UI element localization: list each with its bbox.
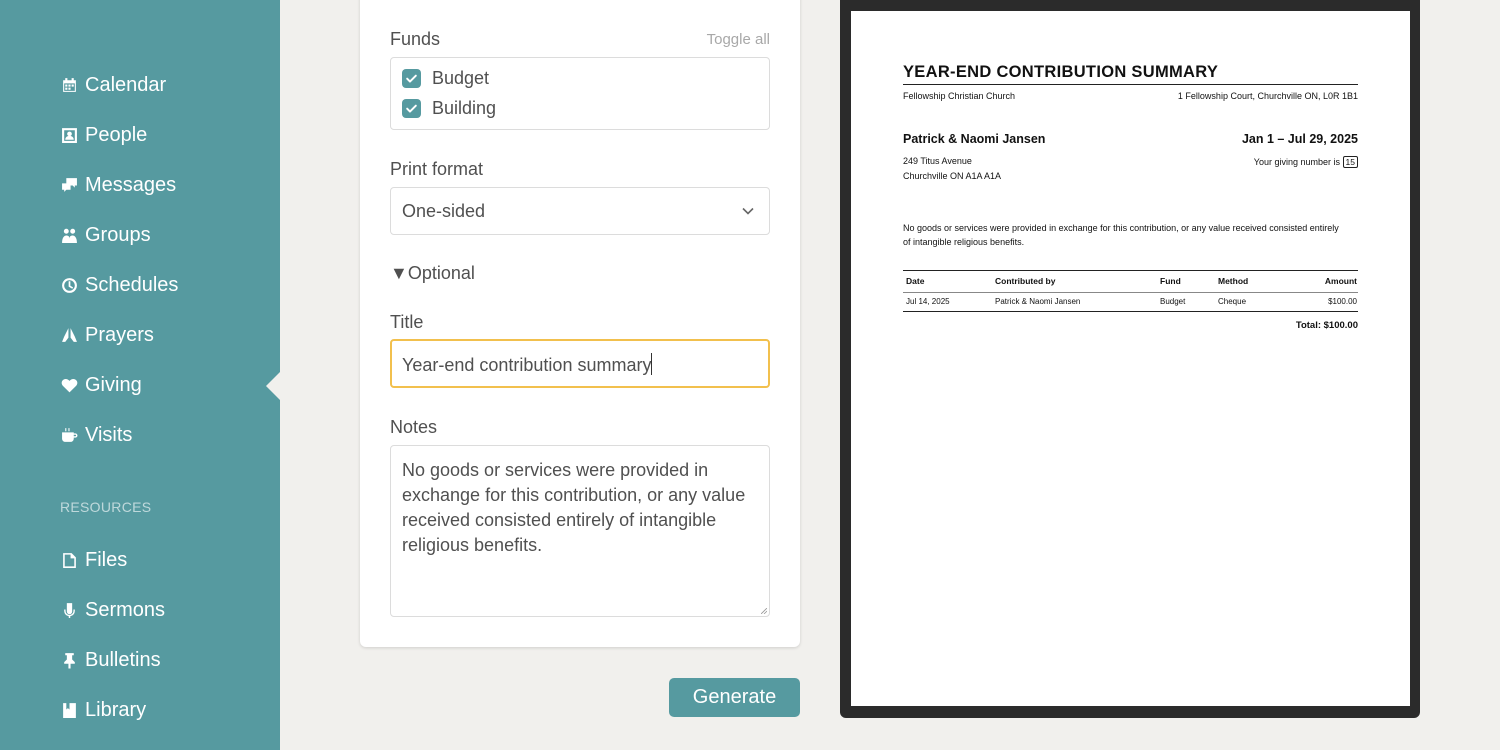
sidebar-item-bulletins[interactable]: Bulletins	[60, 645, 161, 675]
disclosure-triangle-icon: ▼	[390, 263, 408, 283]
resources-section-label: RESOURCES	[60, 499, 152, 515]
statement-options-form: Funds Toggle all Budget Building Print f…	[360, 0, 800, 647]
optional-label: Optional	[407, 263, 475, 283]
checkbox-checked-icon	[402, 99, 421, 118]
date-range: Jan 1 – Jul 29, 2025	[1241, 132, 1358, 146]
sidebar-item-giving[interactable]: Giving	[60, 370, 142, 400]
generate-button[interactable]: Generate	[669, 678, 800, 717]
giving-number-label: Your giving number is	[1253, 157, 1341, 167]
divider	[903, 84, 1358, 85]
fund-checkbox-building[interactable]: Building	[402, 98, 496, 119]
toggle-all-link[interactable]: Toggle all	[707, 31, 770, 48]
giving-number: Your giving number is 15	[1254, 156, 1358, 168]
sidebar-item-label: Groups	[85, 223, 151, 246]
coffee-cup-icon	[60, 426, 78, 444]
notes-line-1: No goods or services were provided in ex…	[903, 223, 1339, 233]
fund-label: Budget	[432, 68, 490, 88]
sidebar-item-label: Messages	[85, 173, 177, 196]
text-cursor	[651, 353, 653, 375]
sidebar-item-library[interactable]: Library	[60, 695, 146, 725]
sidebar-item-prayers[interactable]: Prayers	[60, 320, 154, 350]
calendar-icon	[60, 76, 78, 94]
notes-value: No goods or services were provided in ex…	[402, 460, 746, 555]
sidebar: Calendar People Messages Groups Schedule…	[0, 0, 280, 750]
preview-document: YEAR-END CONTRIBUTION SUMMARY Fellowship…	[851, 11, 1410, 706]
fund-checkbox-budget[interactable]: Budget	[402, 68, 489, 89]
table-cell-contributed-by: Patrick & Naomi Jansen	[995, 297, 1081, 306]
chevron-down-icon	[742, 207, 754, 215]
table-cell-amount: $100.00	[1328, 297, 1357, 306]
giving-number-value: 15	[1342, 156, 1358, 168]
table-cell-method: Cheque	[1218, 297, 1247, 306]
funds-checkbox-list: Budget Building	[390, 57, 770, 130]
fund-label: Building	[432, 98, 497, 118]
sidebar-item-label: People	[85, 123, 148, 146]
address-line-2: Churchville ON A1A A1A	[903, 171, 1002, 181]
groups-icon	[60, 226, 78, 244]
resize-handle-icon[interactable]	[761, 608, 767, 614]
table-cell-fund: Budget	[1160, 297, 1186, 306]
title-label: Title	[390, 312, 424, 332]
clock-icon	[60, 276, 78, 294]
notes-textarea[interactable]: No goods or services were provided in ex…	[390, 445, 770, 617]
messages-icon	[60, 176, 78, 194]
address-line-1: 249 Titus Avenue	[903, 156, 972, 166]
sidebar-item-label: Calendar	[85, 73, 167, 96]
checkbox-checked-icon	[402, 69, 421, 88]
optional-disclosure-toggle[interactable]: ▼Optional	[390, 263, 475, 284]
document-title: YEAR-END CONTRIBUTION SUMMARY	[903, 63, 1219, 81]
sidebar-item-label: Library	[85, 698, 147, 721]
table-cell-date: Jul 14, 2025	[906, 297, 950, 306]
sidebar-item-label: Visits	[85, 423, 133, 446]
sidebar-item-label: Sermons	[85, 598, 166, 621]
table-header-method: Method	[1218, 276, 1249, 286]
sidebar-item-groups[interactable]: Groups	[60, 220, 151, 250]
funds-label: Funds	[390, 29, 441, 49]
microphone-icon	[60, 601, 78, 619]
sidebar-item-label: Giving	[85, 373, 142, 396]
pin-icon	[60, 651, 78, 669]
table-header-fund: Fund	[1160, 276, 1181, 286]
sidebar-item-calendar[interactable]: Calendar	[60, 70, 166, 100]
table-header-contributed-by: Contributed by	[995, 276, 1056, 286]
file-icon	[60, 551, 78, 569]
sidebar-item-visits[interactable]: Visits	[60, 420, 132, 450]
notes-label: Notes	[390, 417, 438, 437]
table-top-rule	[903, 270, 1358, 271]
print-format-select[interactable]: One-sided	[390, 187, 770, 235]
table-header-rule	[903, 292, 1358, 293]
title-input[interactable]: Year-end contribution summary	[390, 339, 770, 388]
donor-name: Patrick & Naomi Jansen	[903, 132, 1046, 146]
print-format-label: Print format	[390, 159, 484, 179]
sidebar-item-label: Schedules	[85, 273, 179, 296]
heart-icon	[60, 376, 78, 394]
statement-preview: YEAR-END CONTRIBUTION SUMMARY Fellowship…	[840, 0, 1420, 718]
print-format-value: One-sided	[402, 201, 486, 221]
table-total: Total: $100.00	[1295, 320, 1358, 331]
active-item-indicator	[266, 372, 280, 400]
sidebar-item-label: Bulletins	[85, 648, 161, 671]
praying-hands-icon	[60, 326, 78, 344]
church-name: Fellowship Christian Church	[903, 91, 1016, 101]
table-header-date: Date	[906, 276, 925, 286]
sidebar-item-messages[interactable]: Messages	[60, 170, 176, 200]
sidebar-item-schedules[interactable]: Schedules	[60, 270, 178, 300]
sidebar-item-label: Prayers	[85, 323, 154, 346]
sidebar-item-files[interactable]: Files	[60, 545, 127, 575]
book-icon	[60, 701, 78, 719]
sidebar-item-sermons[interactable]: Sermons	[60, 595, 165, 625]
sidebar-item-label: Files	[85, 548, 128, 571]
table-bottom-rule	[903, 311, 1358, 312]
church-address: 1 Fellowship Court, Churchville ON, L0R …	[1177, 91, 1358, 101]
table-header-amount: Amount	[1324, 276, 1357, 286]
person-icon	[60, 126, 78, 144]
sidebar-item-people[interactable]: People	[60, 120, 147, 150]
title-input-value: Year-end contribution summary	[402, 355, 652, 375]
notes-line-2: of intangible religious benefits.	[903, 237, 1025, 247]
